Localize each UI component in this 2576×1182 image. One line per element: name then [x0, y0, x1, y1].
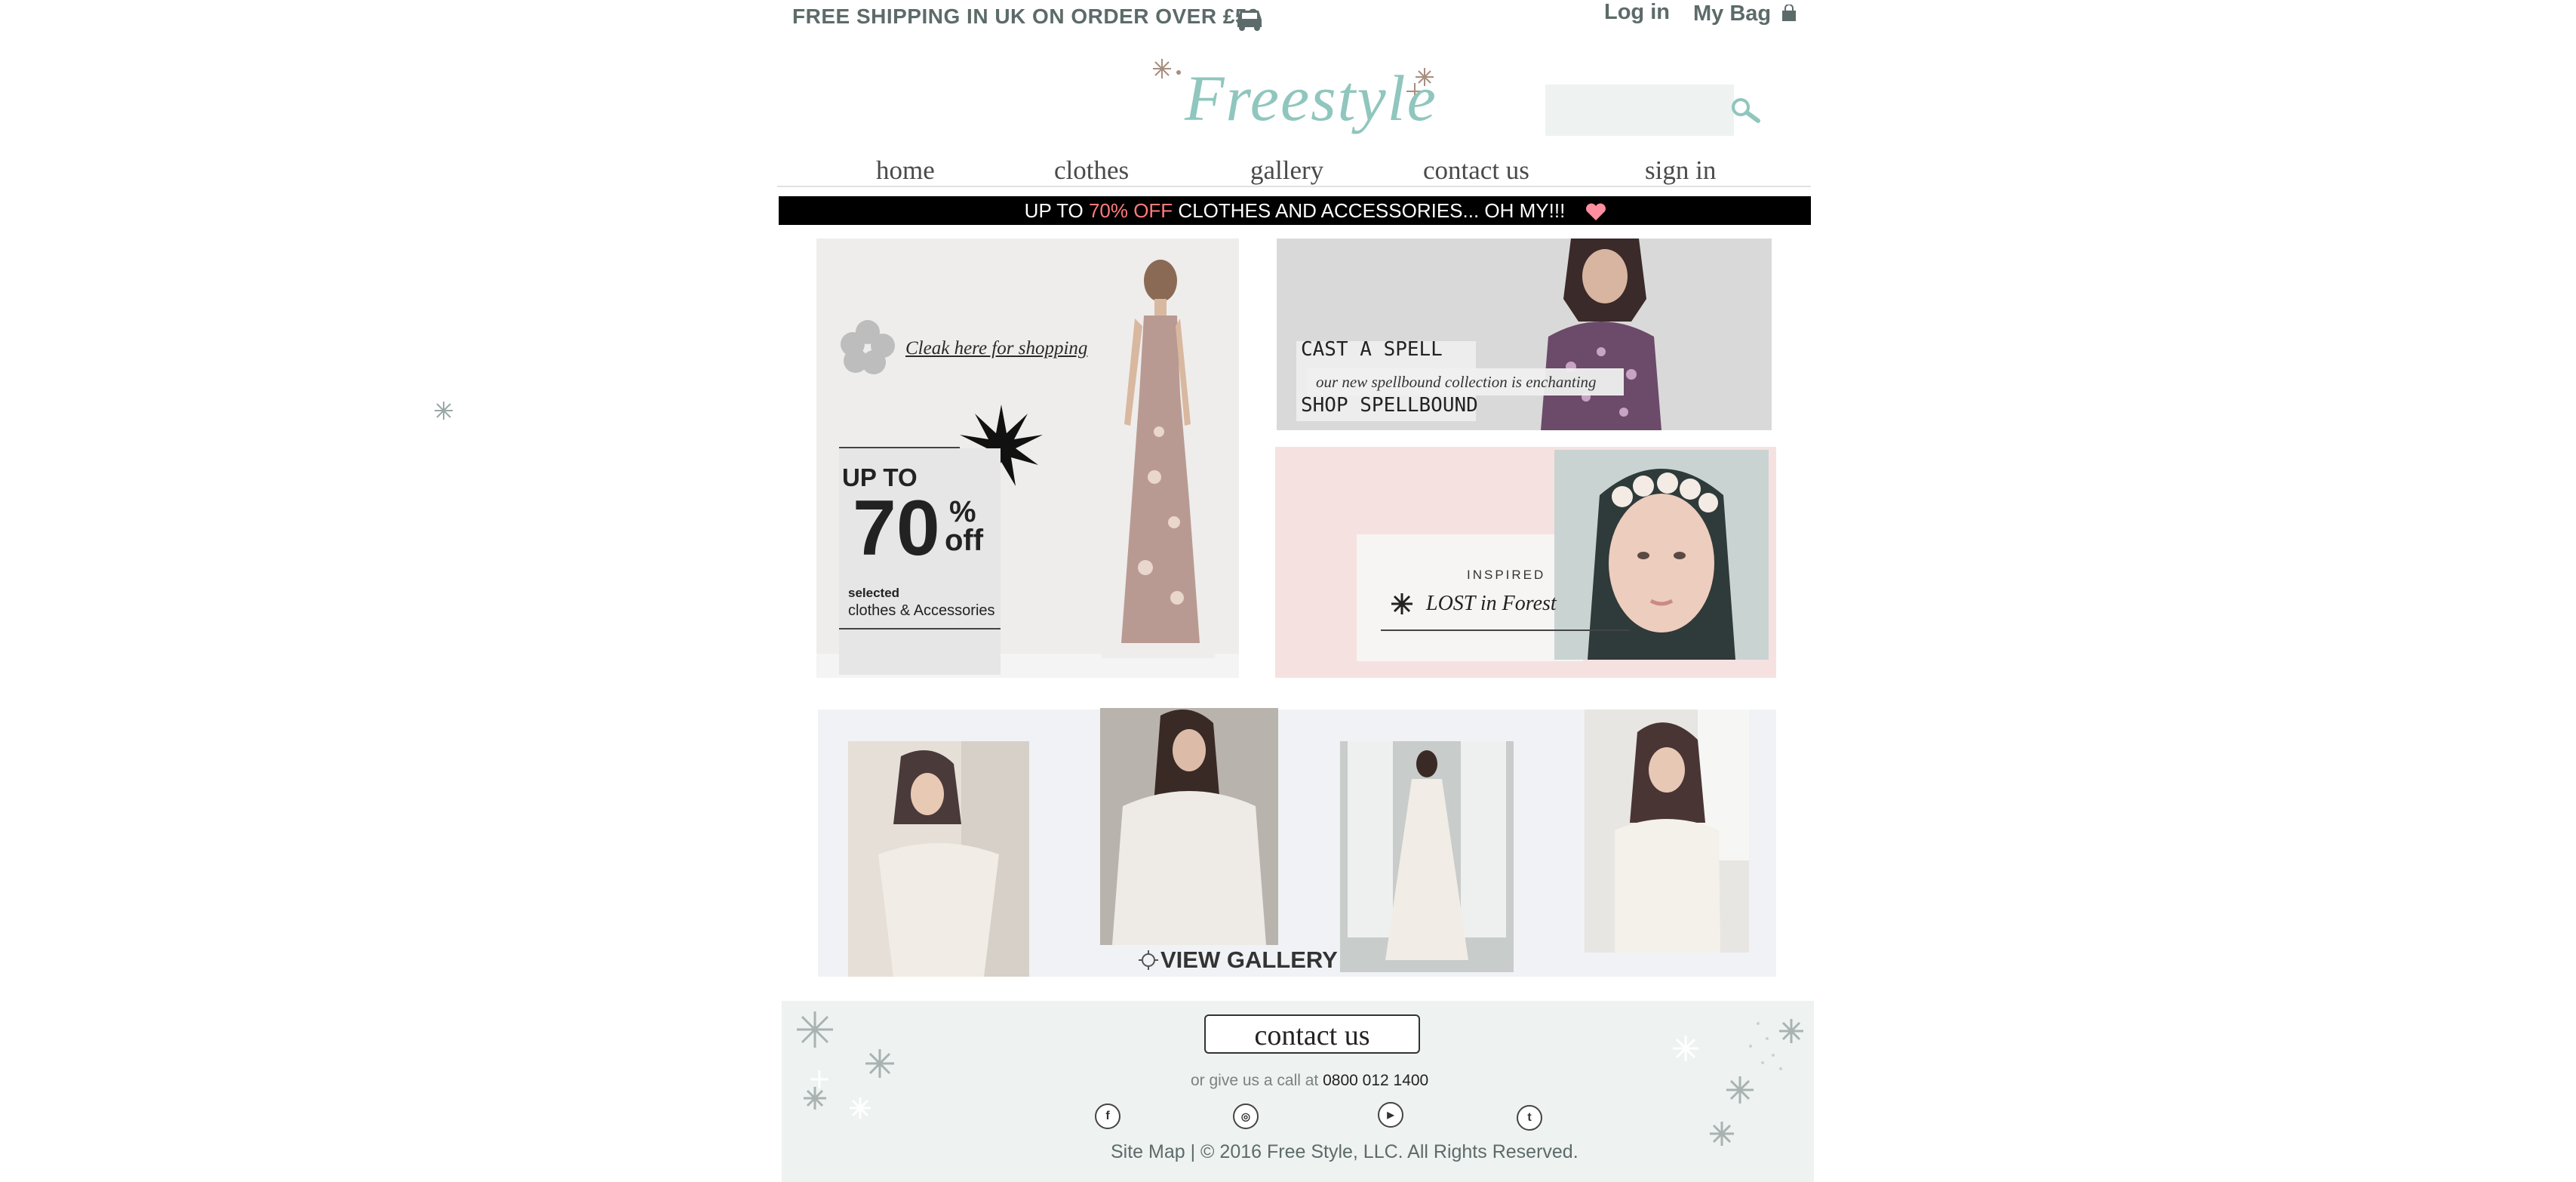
view-gallery-link[interactable]: VIEW GALLERY: [1160, 947, 1338, 974]
lost-in-forest-link[interactable]: LOST in Forest: [1426, 592, 1557, 616]
youtube-icon[interactable]: ▶: [1378, 1102, 1403, 1128]
main-nav: home clothes gallery contact us sign in: [777, 155, 1811, 187]
call-us-text: or give us a call at 0800 012 1400: [1191, 1072, 1428, 1090]
shop-spellbound-link[interactable]: SHOP SPELLBOUND: [1301, 394, 1478, 417]
phone-number[interactable]: 0800 012 1400: [1323, 1072, 1428, 1089]
promo-suffix: CLOTHES AND ACCESSORIES... OH MY!!!: [1173, 199, 1566, 222]
facebook-icon[interactable]: f: [1095, 1104, 1120, 1129]
nav-sign-in[interactable]: sign in: [1645, 155, 1716, 186]
divider: [1381, 629, 1630, 631]
search-input[interactable]: [1545, 85, 1734, 136]
divider: [839, 628, 1001, 629]
contact-us-button[interactable]: contact us: [1204, 1014, 1420, 1054]
discount-clothes-accessories: clothes & Accessories: [848, 602, 995, 619]
instagram-icon[interactable]: ◎: [1233, 1104, 1259, 1129]
gallery-image-3[interactable]: [1340, 741, 1514, 972]
gallery-image-4[interactable]: [1585, 710, 1749, 953]
cast-a-spell-title: CAST A SPELL: [1301, 338, 1443, 361]
divider: [839, 447, 960, 448]
nav-gallery[interactable]: gallery: [1250, 155, 1323, 186]
discount-percent-sign: %: [949, 495, 976, 528]
copyright-text[interactable]: Site Map | © 2016 Free Style, LLC. All R…: [1111, 1141, 1578, 1163]
inspired-label: INSPIRED: [1467, 568, 1546, 582]
flower-crown-portrait-image: [1554, 450, 1769, 660]
gallery-image-2[interactable]: [1100, 708, 1278, 945]
discount-off: off: [945, 524, 984, 557]
nav-contact-us[interactable]: contact us: [1423, 155, 1529, 186]
snowflakes-decoration-left: [797, 1011, 894, 1119]
twitter-icon[interactable]: t: [1517, 1105, 1542, 1131]
logo[interactable]: Freestyle: [1185, 60, 1437, 136]
model-dress-image: [1102, 251, 1215, 658]
discount-value: 70: [853, 485, 940, 572]
spellbound-subtitle: our new spellbound collection is enchant…: [1316, 373, 1597, 391]
free-shipping-banner: FREE SHIPPING IN UK ON ORDER OVER £50: [792, 5, 1260, 28]
snowflake-icon: [1139, 950, 1158, 970]
search-icon[interactable]: [1728, 95, 1763, 125]
promo-prefix: UP TO: [1024, 199, 1089, 222]
spellbound-model-image: [1518, 239, 1669, 430]
shop-now-link[interactable]: Cleak here for shopping: [905, 338, 1087, 359]
car-icon: [1237, 11, 1262, 31]
snowflake-icon: [435, 402, 453, 420]
discount-selected: selected: [848, 586, 900, 600]
promo-bar[interactable]: UP TO 70% OFF CLOTHES AND ACCESSORIES...…: [779, 196, 1811, 225]
flower-icon: [841, 320, 895, 374]
heart-icon: [1586, 203, 1606, 220]
snowflake-icon: [1391, 593, 1412, 614]
login-link[interactable]: Log in: [1604, 0, 1670, 25]
promo-highlight: 70% OFF: [1088, 199, 1173, 222]
snowflakes-decoration-right: [1673, 1019, 1803, 1146]
my-bag-link[interactable]: My Bag: [1693, 2, 1771, 26]
nav-clothes[interactable]: clothes: [1054, 155, 1129, 186]
shopping-bag-icon[interactable]: [1781, 5, 1797, 23]
call-prefix: or give us a call at: [1191, 1072, 1323, 1089]
gallery-image-1[interactable]: [848, 741, 1029, 977]
nav-home[interactable]: home: [876, 155, 935, 186]
